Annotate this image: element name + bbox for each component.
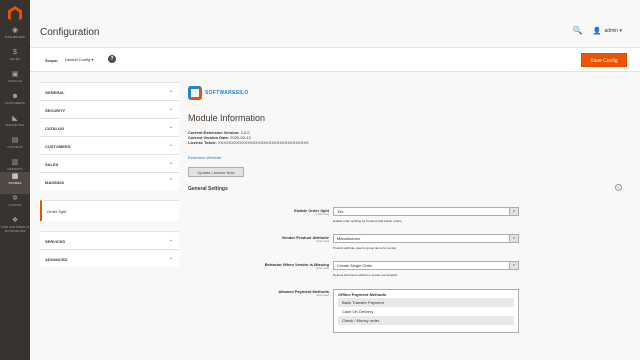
payment-option[interactable]: Cash On Delivery — [338, 307, 514, 316]
tab-order-split[interactable]: Order Split — [40, 200, 179, 221]
store-icon: ▦ — [11, 173, 19, 180]
nav-marketing[interactable]: ◣ MARKETING — [0, 114, 30, 136]
nav-find-partners[interactable]: ❖ FIND PARTNERS & EXTENSIONS — [0, 216, 30, 242]
field-note: Defines how items without a vendor are h… — [333, 273, 398, 277]
scope-hint: [store view] — [316, 267, 329, 270]
chevron-down-icon: ⌄ — [168, 160, 173, 166]
scope-hint: [store view] — [316, 240, 329, 243]
tab-spacer — [40, 221, 179, 231]
collapse-icon[interactable]: ⊙ — [615, 184, 622, 191]
brand-name: SOFTWARESILO — [205, 90, 249, 96]
missing-vendor-select[interactable]: Create Single Order ▾ — [333, 261, 519, 270]
help-icon[interactable]: ? — [108, 55, 116, 63]
nav-stores[interactable]: ▦ STORES — [0, 172, 30, 194]
enable-order-split-select[interactable]: Yes ▾ — [333, 207, 519, 216]
chevron-down-icon: ⌄ — [168, 255, 173, 261]
softwaresilo-logo-icon — [188, 86, 202, 100]
dropdown-arrow-icon: ▾ — [509, 235, 518, 242]
tab-advanced[interactable]: ADVANCED ⌄ — [40, 249, 179, 267]
tab-services[interactable]: SERVICES ⌄ — [40, 231, 179, 249]
page-title: Configuration — [40, 27, 100, 38]
dropdown-arrow-icon: ▾ — [509, 262, 518, 269]
magento-logo-icon[interactable] — [8, 6, 22, 21]
extensions-icon: ❖ — [11, 217, 19, 224]
scope-bar: Scope: Default Config ▾ ? — [30, 47, 640, 72]
nav-sales[interactable]: $ SALES — [0, 48, 30, 70]
content-icon: ▤ — [11, 137, 19, 144]
update-license-button[interactable]: Update License Now — [188, 167, 244, 177]
search-icon[interactable]: 🔍 — [573, 26, 583, 35]
nav-customers[interactable]: ☻ CUSTOMERS — [0, 92, 30, 114]
payment-methods-multiselect[interactable]: Offline Payment Methods Bank Transfer Pa… — [333, 289, 519, 333]
tab-spacer — [40, 190, 179, 200]
nav-content[interactable]: ▤ CONTENT — [0, 136, 30, 158]
chevron-down-icon: ⌄ — [168, 106, 173, 112]
chevron-up-icon: ⌃ — [168, 178, 173, 184]
payment-option[interactable]: Bank Transfer Payment — [338, 298, 514, 307]
chevron-down-icon: ⌄ — [168, 88, 173, 94]
nav-system[interactable]: ✲ SYSTEM — [0, 194, 30, 216]
chevron-down-icon: ⌄ — [168, 124, 173, 130]
header-actions: 🔍 👤 admin ▾ — [573, 26, 622, 35]
brand-logo: SOFTWARESILO — [188, 86, 249, 100]
tab-customers[interactable]: CUSTOMERS ⌄ — [40, 136, 179, 154]
tab-mage828[interactable]: MAGE828 ⌃ — [40, 172, 179, 190]
module-info: Current Extension Version: 1.0.0 Current… — [188, 130, 309, 145]
dollar-icon: $ — [13, 49, 17, 56]
save-config-button[interactable]: Save Config — [581, 53, 627, 67]
tab-catalog[interactable]: CATALOG ⌄ — [40, 118, 179, 136]
nav-dashboard[interactable]: ◉ DASHBOARD — [0, 26, 30, 48]
person-icon: ☻ — [11, 93, 19, 100]
user-name: admin ▾ — [604, 27, 622, 34]
admin-sidebar: ◉ DASHBOARD $ SALES ▣ CATALOG ☻ CUSTOMER… — [0, 0, 30, 360]
user-icon: 👤 — [592, 27, 602, 35]
general-settings-title[interactable]: General Settings — [188, 186, 228, 192]
chevron-down-icon: ⌄ — [168, 237, 173, 243]
tab-sales[interactable]: SALES ⌄ — [40, 154, 179, 172]
nav-catalog[interactable]: ▣ CATALOG — [0, 70, 30, 92]
license-line: License Token: XXXXXXXXXXXXXXXXXXXXXXXXX… — [188, 140, 309, 145]
config-tabs: GENERAL ⌄ SECURITY ⌄ CATALOG ⌄ CUSTOMERS… — [40, 82, 179, 267]
dropdown-arrow-icon: ▾ — [509, 208, 518, 215]
tab-general[interactable]: GENERAL ⌄ — [40, 82, 179, 100]
bar-chart-icon: ▥ — [11, 159, 19, 166]
dashboard-icon: ◉ — [11, 27, 19, 34]
field-note: Product attribute used to group items by… — [333, 246, 397, 250]
scope-switcher[interactable]: Default Config ▾ — [65, 57, 93, 62]
tab-security[interactable]: SECURITY ⌄ — [40, 100, 179, 118]
gear-icon: ✲ — [12, 195, 18, 202]
field-note: Enable order splitting for frontend and … — [333, 219, 403, 223]
chevron-down-icon: ⌄ — [168, 142, 173, 148]
vendor-attribute-select[interactable]: Manufacturer ▾ — [333, 234, 519, 243]
scope-label: Scope: — [45, 58, 59, 63]
cube-icon: ▣ — [11, 71, 19, 78]
user-menu[interactable]: 👤 admin ▾ — [593, 27, 622, 35]
scope-hint: [store view] — [316, 294, 329, 297]
module-title: Module Information — [188, 113, 266, 123]
extension-website-link[interactable]: Extension Website — [188, 155, 221, 160]
scope-hint: [store view] — [316, 213, 329, 216]
payment-option[interactable]: Check / Money order — [338, 316, 514, 325]
megaphone-icon: ◣ — [12, 115, 18, 122]
